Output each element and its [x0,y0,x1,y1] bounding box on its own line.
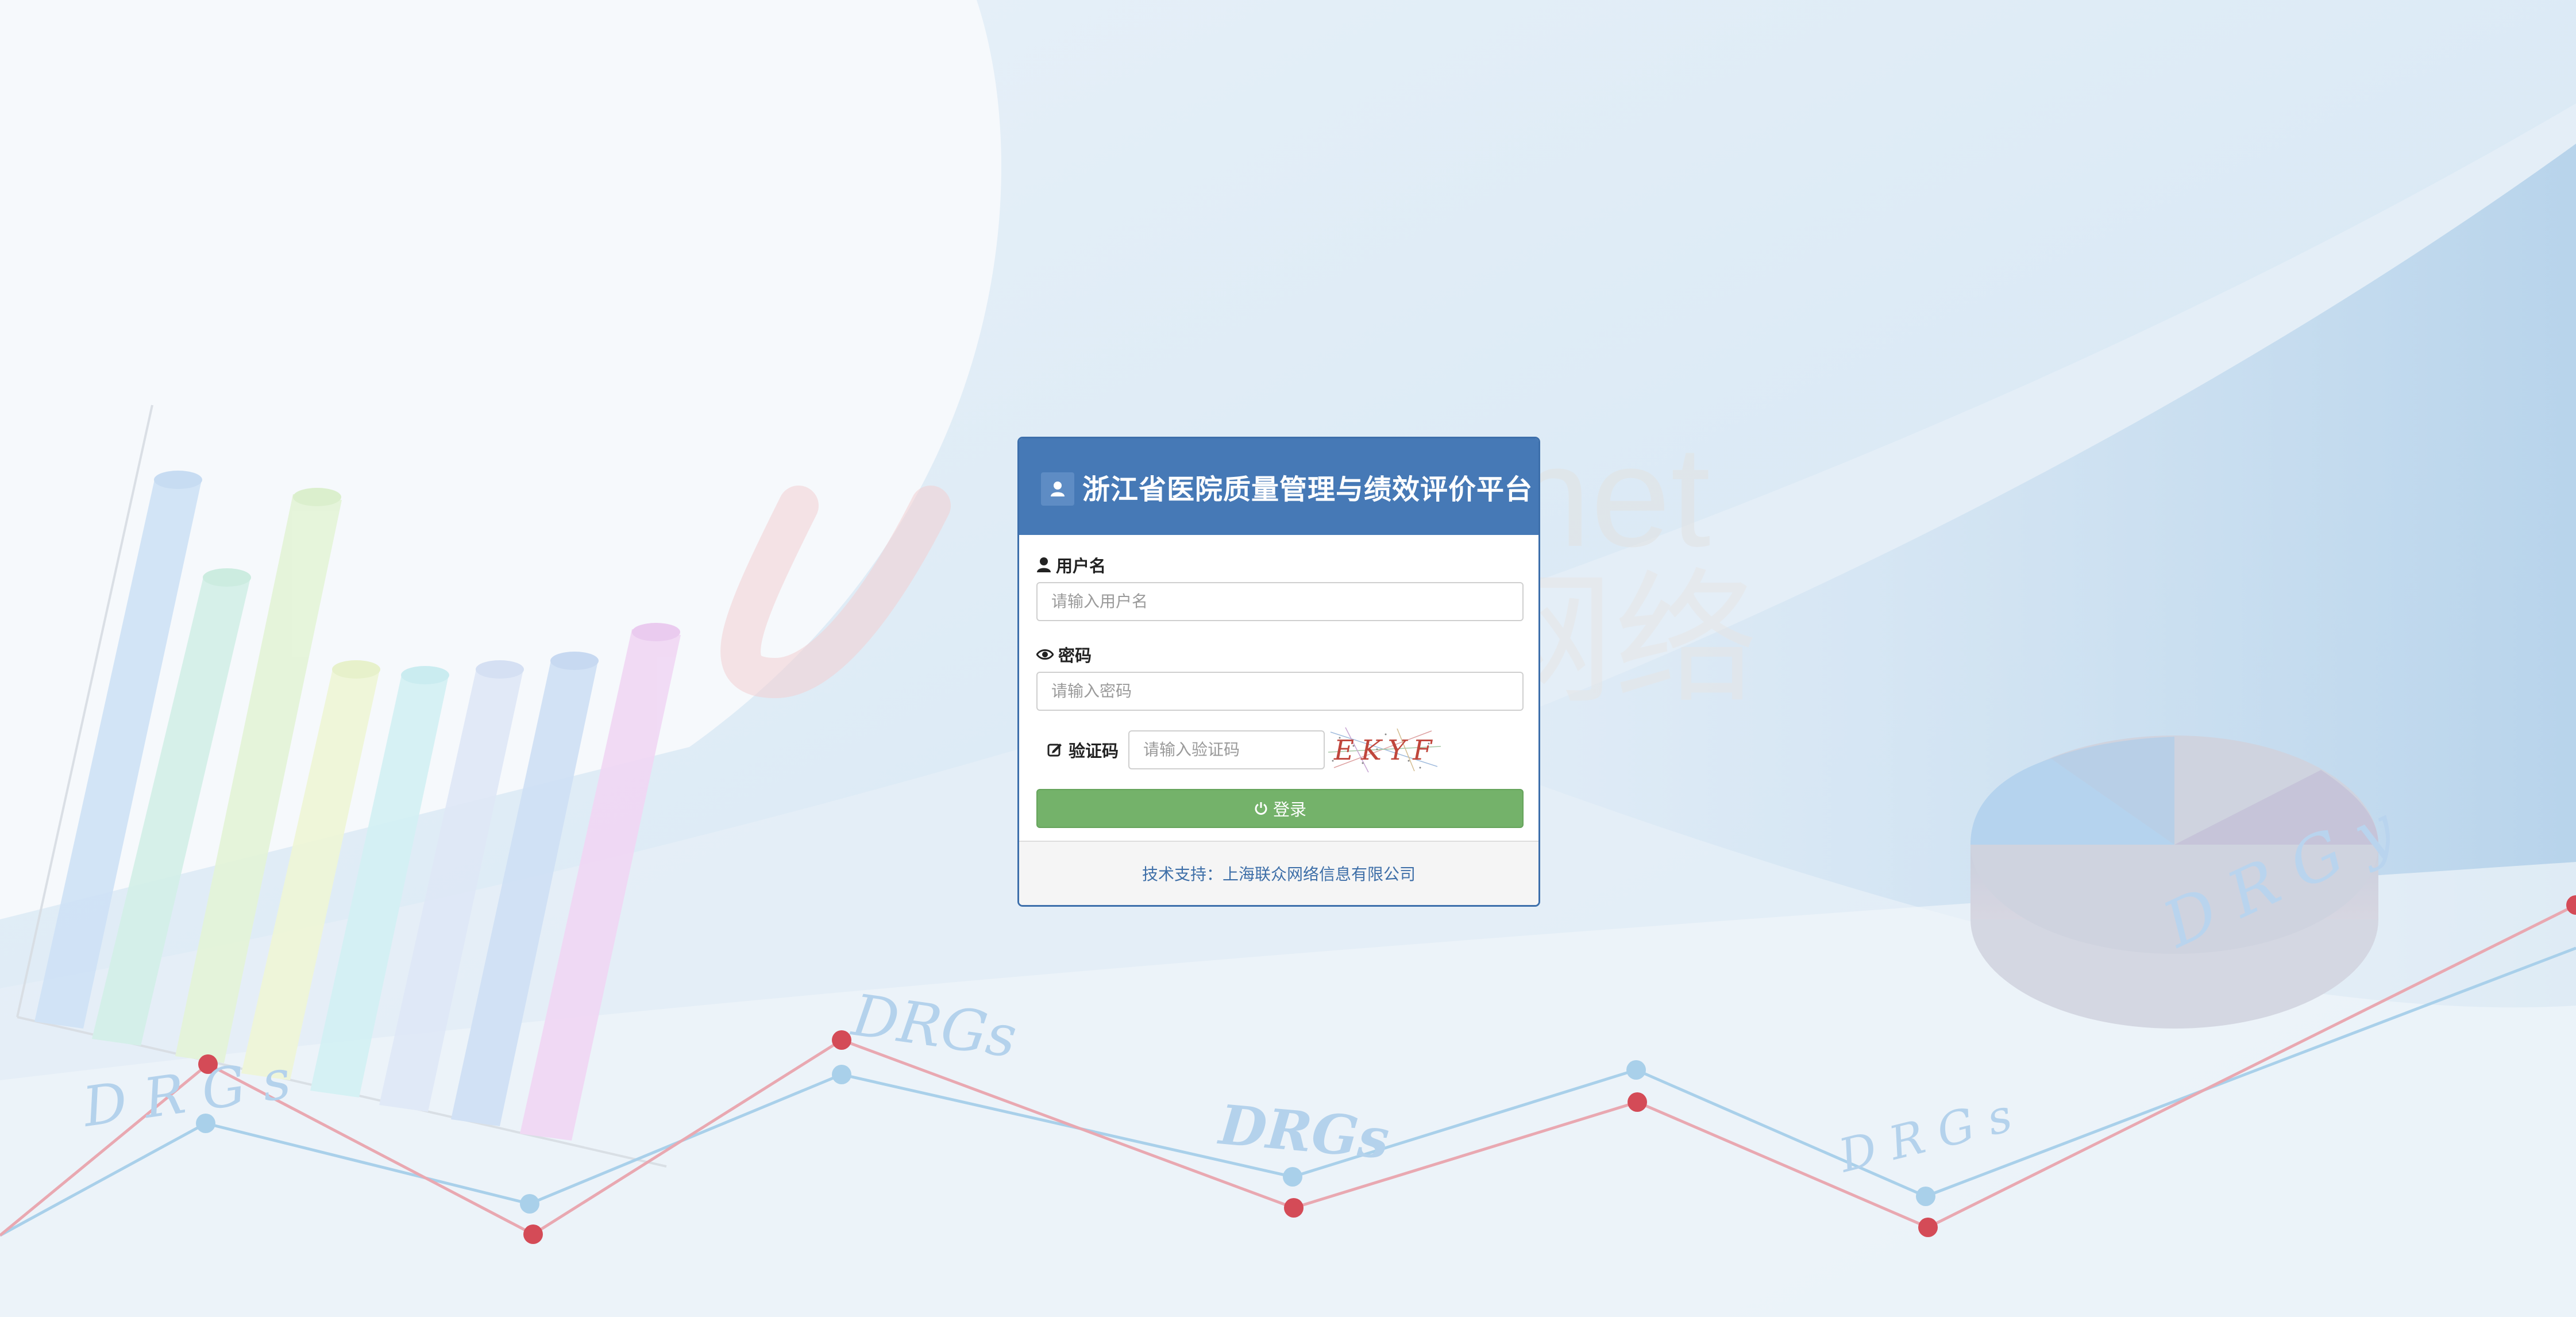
username-label: 用户名 [1036,552,1521,577]
password-label-text: 密码 [1058,647,1092,665]
tech-support-text: 技术支持：上海联众网络信息有限公司 [1142,865,1416,883]
captcha-image[interactable]: EKYF [1328,726,1441,773]
eye-icon [1036,649,1054,660]
captcha-label: 验证码 [1036,738,1128,762]
user-icon [1041,472,1074,506]
password-label: 密码 [1036,642,1521,667]
login-header: 浙江省医院质量管理与绩效评价平台 [1019,438,1538,535]
login-footer: 技术支持：上海联众网络信息有限公司 [1019,841,1538,905]
username-input[interactable] [1036,582,1524,621]
captcha-label-text: 验证码 [1069,742,1119,761]
captcha-text: EKYF [1333,734,1439,767]
password-input[interactable] [1036,672,1524,711]
captcha-input[interactable] [1128,730,1325,769]
login-panel: 浙江省医院质量管理与绩效评价平台 用户名 密码 验 [1017,437,1540,907]
login-form: 用户名 密码 验证码 [1019,535,1538,828]
captcha-row: 验证码 EKYF [1036,726,1521,773]
user-icon [1037,557,1051,572]
edit-icon [1047,744,1062,757]
power-icon [1255,802,1267,815]
username-label-text: 用户名 [1056,557,1106,576]
platform-title: 浙江省医院质量管理与绩效评价平台 [1082,475,1533,505]
login-button[interactable]: 登录 [1036,789,1524,828]
svg-text:net: net [1511,416,1711,576]
login-button-label: 登录 [1272,801,1306,819]
